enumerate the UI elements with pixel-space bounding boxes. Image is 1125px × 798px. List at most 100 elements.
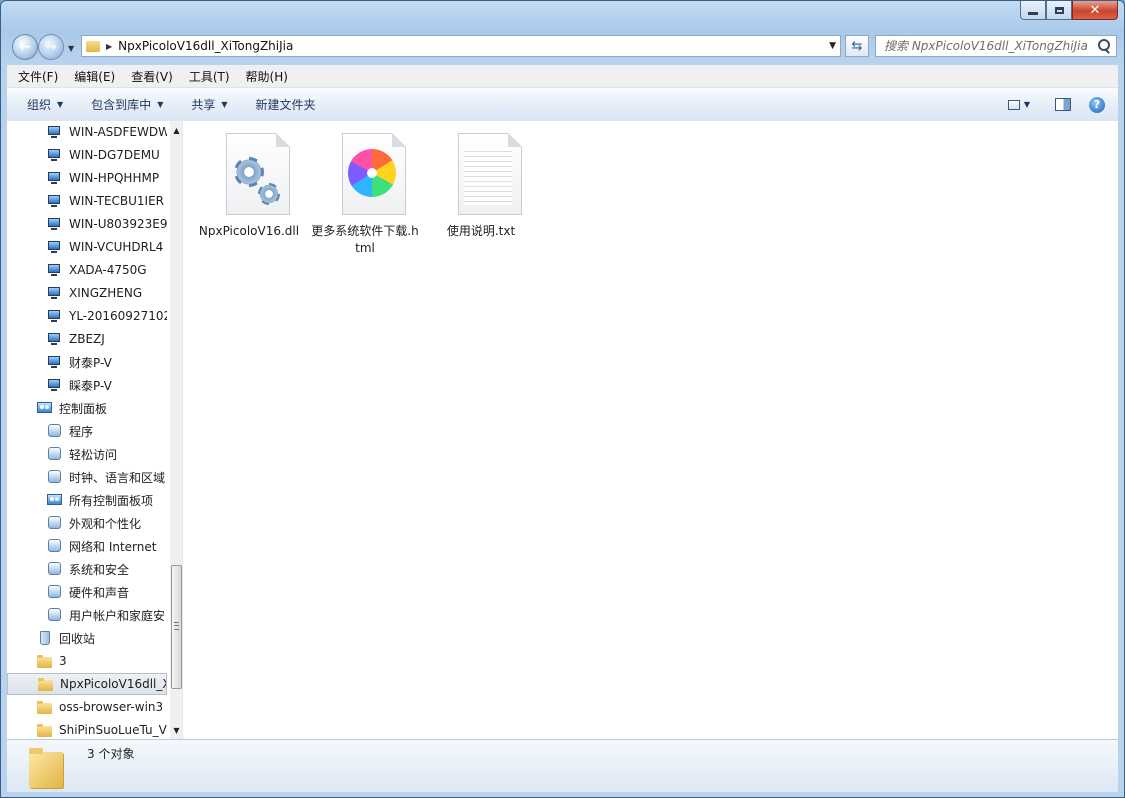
nav-item[interactable]: 睬泰P-V xyxy=(7,374,167,396)
nav-item-label: 程序 xyxy=(69,424,94,439)
recycle-bin-icon xyxy=(37,630,53,646)
menu-file[interactable]: 文件(F) xyxy=(7,68,66,85)
share-button[interactable]: 共享 ▼ xyxy=(177,96,241,113)
nav-item[interactable]: 时钟、语言和区域 xyxy=(7,466,167,488)
nav-item[interactable]: WIN-VCUHDRL4 xyxy=(7,236,167,258)
computer-icon xyxy=(47,354,63,370)
new-folder-label: 新建文件夹 xyxy=(255,98,316,112)
close-button[interactable]: ✕ xyxy=(1072,1,1118,20)
nav-item[interactable]: YL-20160927102 xyxy=(7,305,167,327)
nav-item[interactable]: 系统和安全 xyxy=(7,558,167,580)
menu-bar: 文件(F) 编辑(E) 查看(V) 工具(T) 帮助(H) xyxy=(7,65,1118,88)
include-in-library-button[interactable]: 包含到库中 ▼ xyxy=(77,96,177,113)
search-input[interactable] xyxy=(876,38,1096,54)
text-lines-shape xyxy=(464,147,512,205)
nav-item[interactable]: 硬件和声音 xyxy=(7,581,167,603)
search-box[interactable] xyxy=(875,35,1117,57)
file-item-txt[interactable]: 使用说明.txt xyxy=(427,129,535,240)
nav-item[interactable]: 回收站 xyxy=(7,627,167,649)
navigation-pane: WIN-ASDFEWDW WIN-DG7DEMU WIN-HPQHHMP WIN-TE… xyxy=(7,121,183,739)
maximize-button[interactable] xyxy=(1046,1,1072,20)
navigation-buttons: ← → ▼ xyxy=(12,34,74,60)
nav-item[interactable]: WIN-DG7DEMU xyxy=(7,144,167,166)
nav-item-label: 系统和安全 xyxy=(69,562,130,577)
views-icon xyxy=(1007,99,1020,110)
command-bar: 组织 ▼ 包含到库中 ▼ 共享 ▼ 新建文件夹 ▼ ? xyxy=(7,88,1118,122)
file-name: 更多系统软件下载.html xyxy=(311,224,419,255)
back-button[interactable]: ← xyxy=(12,34,38,60)
system-security-icon xyxy=(47,561,63,577)
new-folder-button[interactable]: 新建文件夹 xyxy=(242,96,330,113)
folder-icon xyxy=(37,699,53,715)
text-file-icon xyxy=(446,129,522,219)
forward-button[interactable]: → xyxy=(38,34,64,60)
breadcrumb-arrow-icon[interactable]: ▶ xyxy=(106,42,112,51)
file-item-dll[interactable]: NpxPicoloV16.dll xyxy=(195,129,303,240)
nav-scrollbar[interactable]: ▲ ▼ xyxy=(170,121,182,739)
nav-item[interactable]: 外观和个性化 xyxy=(7,512,167,534)
computer-icon xyxy=(47,262,63,278)
gear-small-shape xyxy=(258,183,280,205)
nav-item[interactable]: NpxPicoloV16dll_X xyxy=(7,673,167,695)
file-list-view: NpxPicoloV16.dll 更多系统软件下载.html 使用说明.txt xyxy=(183,121,1118,739)
control-panel-icon xyxy=(37,400,53,416)
nav-item-label: XINGZHENG xyxy=(69,286,143,300)
nav-item-label: WIN-ASDFEWDW xyxy=(69,125,167,139)
menu-edit[interactable]: 编辑(E) xyxy=(66,68,123,85)
explorer-window: ✕ ← → ▼ ▶ NpxPicoloV16dll_XiTongZhiJia ▼… xyxy=(0,0,1125,798)
nav-item-label: 硬件和声音 xyxy=(69,585,130,600)
nav-item[interactable]: 所有控制面板项 xyxy=(7,489,167,511)
nav-item[interactable]: 用户帐户和家庭安 xyxy=(7,604,167,626)
search-icon[interactable] xyxy=(1096,38,1112,54)
dll-gear-icon xyxy=(214,129,290,219)
pinwheel-shape xyxy=(348,149,396,197)
scroll-up-icon[interactable]: ▲ xyxy=(170,123,182,137)
scroll-down-icon[interactable]: ▼ xyxy=(170,723,182,737)
refresh-button[interactable]: ⇆ xyxy=(845,35,869,57)
programs-icon xyxy=(47,423,63,439)
recent-pages-dropdown-icon[interactable]: ▼ xyxy=(68,44,74,53)
change-view-button[interactable]: ▼ xyxy=(1006,94,1032,116)
nav-item[interactable]: XINGZHENG xyxy=(7,282,167,304)
nav-item-label: 财泰P-V xyxy=(69,355,112,370)
nav-item[interactable]: 轻松访问 xyxy=(7,443,167,465)
nav-item[interactable]: WIN-U803923E9 xyxy=(7,213,167,235)
folder-icon xyxy=(37,722,53,738)
nav-item[interactable]: XADA-4750G xyxy=(7,259,167,281)
share-label: 共享 xyxy=(191,98,216,112)
computer-icon xyxy=(47,308,63,324)
minimize-button[interactable] xyxy=(1020,1,1046,20)
nav-item[interactable]: 控制面板 xyxy=(7,397,167,419)
file-item-html[interactable]: 更多系统软件下载.html xyxy=(311,129,419,257)
preview-pane-button[interactable] xyxy=(1050,94,1076,116)
grip-icon xyxy=(174,622,179,630)
nav-item[interactable]: ShiPinSuoLueTu_V xyxy=(7,719,167,739)
address-bar[interactable]: ▶ NpxPicoloV16dll_XiTongZhiJia ▼ xyxy=(81,35,841,57)
nav-item-label: oss-browser-win3 xyxy=(59,700,164,714)
address-dropdown-icon[interactable]: ▼ xyxy=(829,41,836,51)
computer-icon xyxy=(47,239,63,255)
nav-item[interactable]: 3 xyxy=(7,650,167,672)
address-path[interactable]: NpxPicoloV16dll_XiTongZhiJia xyxy=(118,39,293,53)
help-icon: ? xyxy=(1089,96,1105,113)
nav-item[interactable]: 财泰P-V xyxy=(7,351,167,373)
computer-icon xyxy=(47,193,63,209)
nav-item-label: WIN-DG7DEMU xyxy=(69,148,160,162)
nav-item[interactable]: WIN-TECBU1IER xyxy=(7,190,167,212)
scroll-thumb[interactable] xyxy=(171,565,182,689)
nav-item[interactable]: 网络和 Internet xyxy=(7,535,167,557)
organize-button[interactable]: 组织 ▼ xyxy=(7,96,77,113)
nav-item[interactable]: 程序 xyxy=(7,420,167,442)
details-pane: 3 个对象 xyxy=(7,739,1118,792)
help-button[interactable]: ? xyxy=(1084,94,1110,116)
menu-view[interactable]: 查看(V) xyxy=(123,68,181,85)
nav-item[interactable]: WIN-ASDFEWDW xyxy=(7,121,167,143)
computer-icon xyxy=(47,216,63,232)
nav-item[interactable]: WIN-HPQHHMP xyxy=(7,167,167,189)
menu-help[interactable]: 帮助(H) xyxy=(238,68,296,85)
nav-item-label: ZBEZJ xyxy=(69,332,105,346)
nav-item[interactable]: ZBEZJ xyxy=(7,328,167,350)
menu-tools[interactable]: 工具(T) xyxy=(181,68,238,85)
computer-icon xyxy=(47,124,63,140)
nav-item[interactable]: oss-browser-win3 xyxy=(7,696,167,718)
